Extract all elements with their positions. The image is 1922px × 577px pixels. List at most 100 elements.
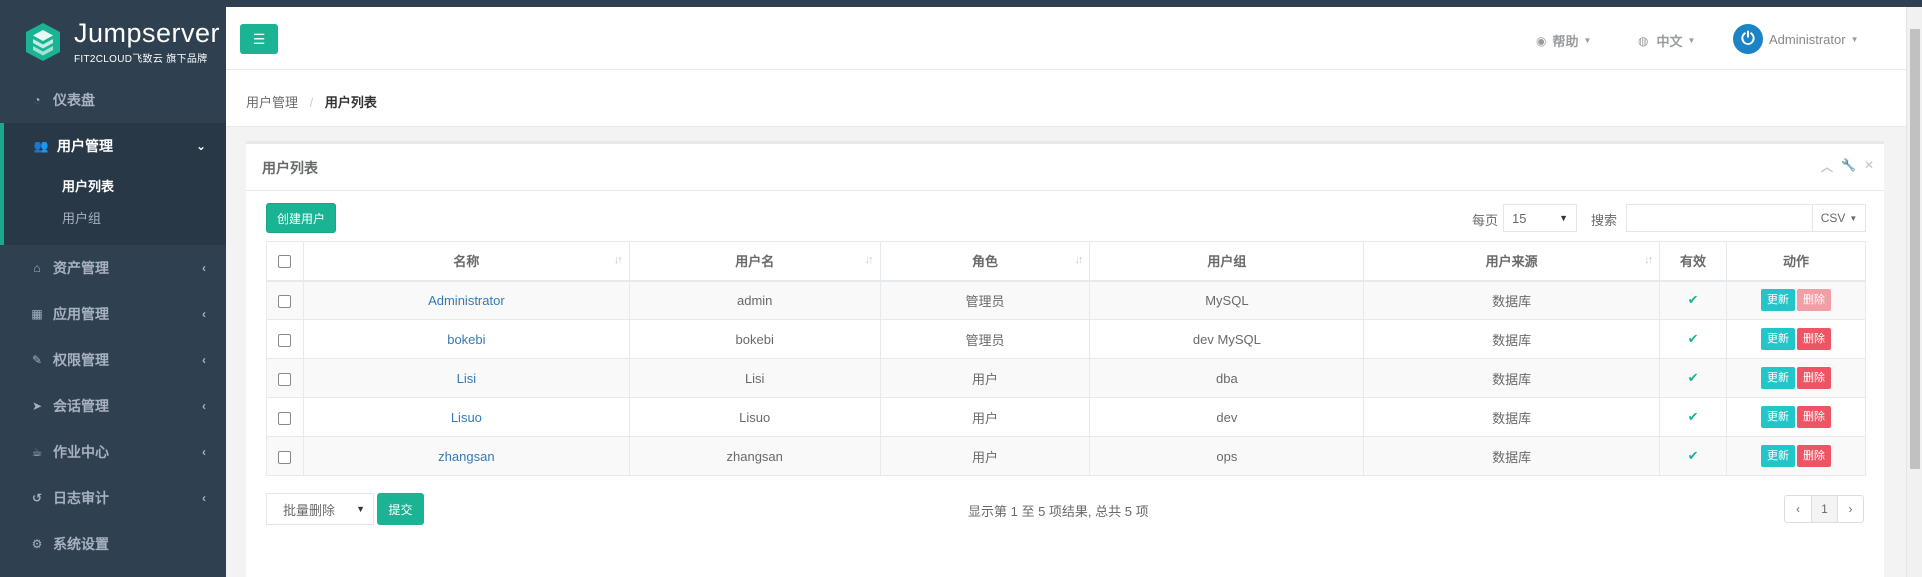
history-icon: ↺: [31, 491, 43, 505]
column-label: 有效: [1680, 254, 1707, 270]
table-row: Lisuo Lisuo 用户 dev 数据库 ✔ 更新 删除: [266, 397, 1866, 437]
power-icon: ⏻: [1733, 24, 1763, 54]
user-name-link[interactable]: Administrator: [428, 293, 505, 308]
create-user-button[interactable]: 创建用户: [266, 203, 336, 233]
row-checkbox[interactable]: [278, 294, 292, 308]
row-checkbox[interactable]: [278, 411, 292, 425]
breadcrumb-current: 用户列表: [324, 95, 377, 110]
row-checkbox[interactable]: [278, 450, 292, 464]
select-all-checkbox[interactable]: [278, 255, 292, 269]
edit-icon: ✎: [31, 353, 43, 367]
row-select-cell: [266, 319, 304, 359]
wrench-icon[interactable]: 🔧: [1841, 158, 1856, 175]
per-page-label: 每页: [1472, 213, 1499, 228]
column-header-source[interactable]: 用户来源 ↓↑: [1363, 241, 1661, 282]
sidebar-item-sessions[interactable]: ➤ 会话管理 ‹: [0, 383, 226, 429]
column-label: 用户名: [735, 254, 775, 270]
cell-role: 用户: [879, 358, 1091, 398]
column-header-name[interactable]: 名称 ↓↑: [302, 241, 630, 282]
update-button[interactable]: 更新: [1761, 406, 1796, 428]
next-page-button[interactable]: ›: [1837, 496, 1863, 522]
sidebar-item-label: 日志审计: [53, 490, 109, 506]
scrollbar-thumb[interactable]: [1910, 29, 1920, 469]
cell-group: dev MySQL: [1089, 319, 1365, 359]
table-header-row: 名称 ↓↑ 用户名 ↓↑ 角色 ↓↑ 用户组 用户来源 ↓↑ 有效 动作: [266, 241, 1866, 282]
sidebar-item-assets[interactable]: ⌂ 资产管理 ‹: [0, 245, 226, 291]
cell-role: 管理员: [879, 319, 1091, 359]
check-icon: ✔: [1687, 370, 1699, 385]
delete-button[interactable]: 删除: [1797, 328, 1832, 350]
delete-button[interactable]: 删除: [1797, 367, 1832, 389]
menu-toggle-button[interactable]: ☰: [240, 24, 278, 54]
caret-down-icon: ▼: [356, 504, 365, 514]
sidebar-item-audit[interactable]: ↺ 日志审计 ‹: [0, 475, 226, 521]
cell-role: 用户: [879, 397, 1091, 437]
update-button[interactable]: 更新: [1761, 445, 1796, 467]
column-header-username[interactable]: 用户名 ↓↑: [628, 241, 881, 282]
page-number-button[interactable]: 1: [1811, 496, 1837, 522]
user-dropdown[interactable]: ⏻ Administrator ▼: [1733, 24, 1859, 54]
table-row: zhangsan zhangsan 用户 ops 数据库 ✔ 更新 删除: [266, 436, 1866, 476]
bulk-action-select[interactable]: 批量删除 ▼: [266, 493, 374, 525]
sidebar-subitem-user-list[interactable]: 用户列表: [62, 171, 226, 203]
sort-icon: ↓↑: [1644, 254, 1653, 266]
sidebar-subitem-user-group[interactable]: 用户组: [62, 203, 226, 235]
sidebar-item-applications[interactable]: ▦ 应用管理 ‹: [0, 291, 226, 337]
brand-title: Jumpserver: [74, 18, 221, 48]
cell-name: bokebi: [302, 319, 630, 359]
submit-button[interactable]: 提交: [377, 493, 424, 525]
cell-source: 数据库: [1363, 436, 1661, 476]
chevron-down-icon: ⌄: [195, 139, 206, 153]
breadcrumb-parent[interactable]: 用户管理: [246, 95, 298, 110]
cell-source: 数据库: [1363, 358, 1661, 398]
caret-down-icon: ▼: [1849, 213, 1858, 223]
per-page-select[interactable]: 15 ▼: [1503, 204, 1577, 232]
chevron-left-icon: ‹: [202, 491, 206, 505]
user-name-link[interactable]: zhangsan: [438, 449, 494, 464]
language-label: 中文: [1656, 34, 1683, 49]
export-csv-button[interactable]: CSV ▼: [1812, 204, 1866, 232]
logo[interactable]: Jumpserver FIT2CLOUD飞致云 旗下品牌: [0, 7, 226, 77]
cell-username: Lisuo: [628, 397, 881, 437]
update-button[interactable]: 更新: [1761, 367, 1796, 389]
cell-name: Lisuo: [302, 397, 630, 437]
breadcrumb: 用户管理 / 用户列表: [226, 70, 1906, 127]
sidebar-item-jobs[interactable]: ☕ 作业中心 ‹: [0, 429, 226, 475]
user-list-panel: 用户列表 ︿ 🔧 ✕ 创建用户 每页 15 ▼ 搜索 CSV ▼ 名称 ↓↑ 用户…: [246, 141, 1884, 577]
caret-down-icon: ▼: [1583, 36, 1592, 45]
brand-subtitle: FIT2CLOUD飞致云 旗下品牌: [74, 54, 208, 65]
sidebar-item-label: 应用管理: [53, 306, 109, 322]
user-name-link[interactable]: Lisi: [457, 371, 477, 386]
row-checkbox[interactable]: [278, 372, 292, 386]
column-header-role[interactable]: 角色 ↓↑: [879, 241, 1091, 282]
delete-button[interactable]: 删除: [1797, 445, 1832, 467]
column-header-actions: 动作: [1726, 241, 1866, 282]
delete-button[interactable]: 删除: [1797, 406, 1832, 428]
cell-source: 数据库: [1363, 319, 1661, 359]
collapse-icon[interactable]: ︿: [1821, 158, 1833, 175]
sidebar-item-permissions[interactable]: ✎ 权限管理 ‹: [0, 337, 226, 383]
update-button[interactable]: 更新: [1761, 328, 1796, 350]
row-checkbox[interactable]: [278, 333, 292, 347]
prev-page-button[interactable]: ‹: [1785, 496, 1811, 522]
export-label: CSV: [1820, 211, 1846, 225]
sidebar-item-dashboard[interactable]: ◔ 仪表盘: [0, 77, 226, 123]
sidebar-group-users: 👥 用户管理 ⌄ 用户列表 用户组: [0, 123, 226, 245]
page-scrollbar[interactable]: [1906, 7, 1922, 577]
select-all-cell: [266, 241, 304, 282]
sidebar-item-user-management[interactable]: 👥 用户管理 ⌄: [4, 123, 226, 169]
cell-source: 数据库: [1363, 280, 1661, 320]
sidebar-item-settings[interactable]: ⚙ 系统设置: [0, 521, 226, 567]
update-button[interactable]: 更新: [1761, 289, 1796, 312]
help-dropdown[interactable]: ◉ 帮助 ▼: [1536, 31, 1591, 50]
cell-role: 用户: [879, 436, 1091, 476]
search-input[interactable]: [1626, 204, 1813, 232]
language-dropdown[interactable]: ◍ 中文 ▼: [1638, 31, 1695, 50]
user-name-link[interactable]: bokebi: [447, 332, 485, 347]
cell-username: zhangsan: [628, 436, 881, 476]
column-label: 角色: [972, 254, 999, 270]
panel-title: 用户列表 ︿ 🔧 ✕: [246, 144, 1884, 191]
close-icon[interactable]: ✕: [1864, 158, 1874, 175]
table-info: 显示第 1 至 5 项结果, 总共 5 项: [968, 504, 1149, 519]
user-name-link[interactable]: Lisuo: [451, 410, 482, 425]
